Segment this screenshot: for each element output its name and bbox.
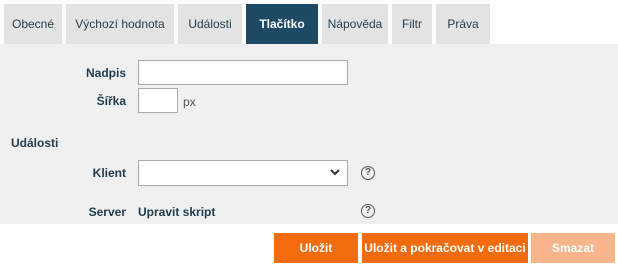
client-select[interactable] [138,160,348,186]
tab-default-value[interactable]: Výchozí hodnota [66,4,174,44]
edit-script-link[interactable]: Upravit skript [138,205,215,219]
client-help-icon[interactable]: ? [361,166,375,180]
chevron-down-icon [329,166,341,181]
tab-permissions[interactable]: Práva [436,4,490,44]
tab-help[interactable]: Nápověda [322,4,388,44]
caption-input[interactable] [138,60,348,85]
width-label: Šířka [96,94,126,108]
tab-filter[interactable]: Filtr [392,4,432,44]
client-label: Klient [92,166,126,180]
delete-button[interactable]: Smazat [531,233,615,263]
tab-general[interactable]: Obecné [4,4,62,44]
width-input[interactable] [138,88,178,113]
tab-button[interactable]: Tlačítko [246,4,318,44]
tab-events[interactable]: Události [178,4,242,44]
server-label: Server [88,205,126,219]
caption-label: Nadpis [85,66,126,80]
save-button[interactable]: Uložit [274,233,358,263]
width-unit: px [183,95,196,109]
save-and-continue-button[interactable]: Uložit a pokračovat v editaci [362,233,528,263]
events-heading: Události [11,136,59,150]
server-help-icon[interactable]: ? [361,204,375,218]
